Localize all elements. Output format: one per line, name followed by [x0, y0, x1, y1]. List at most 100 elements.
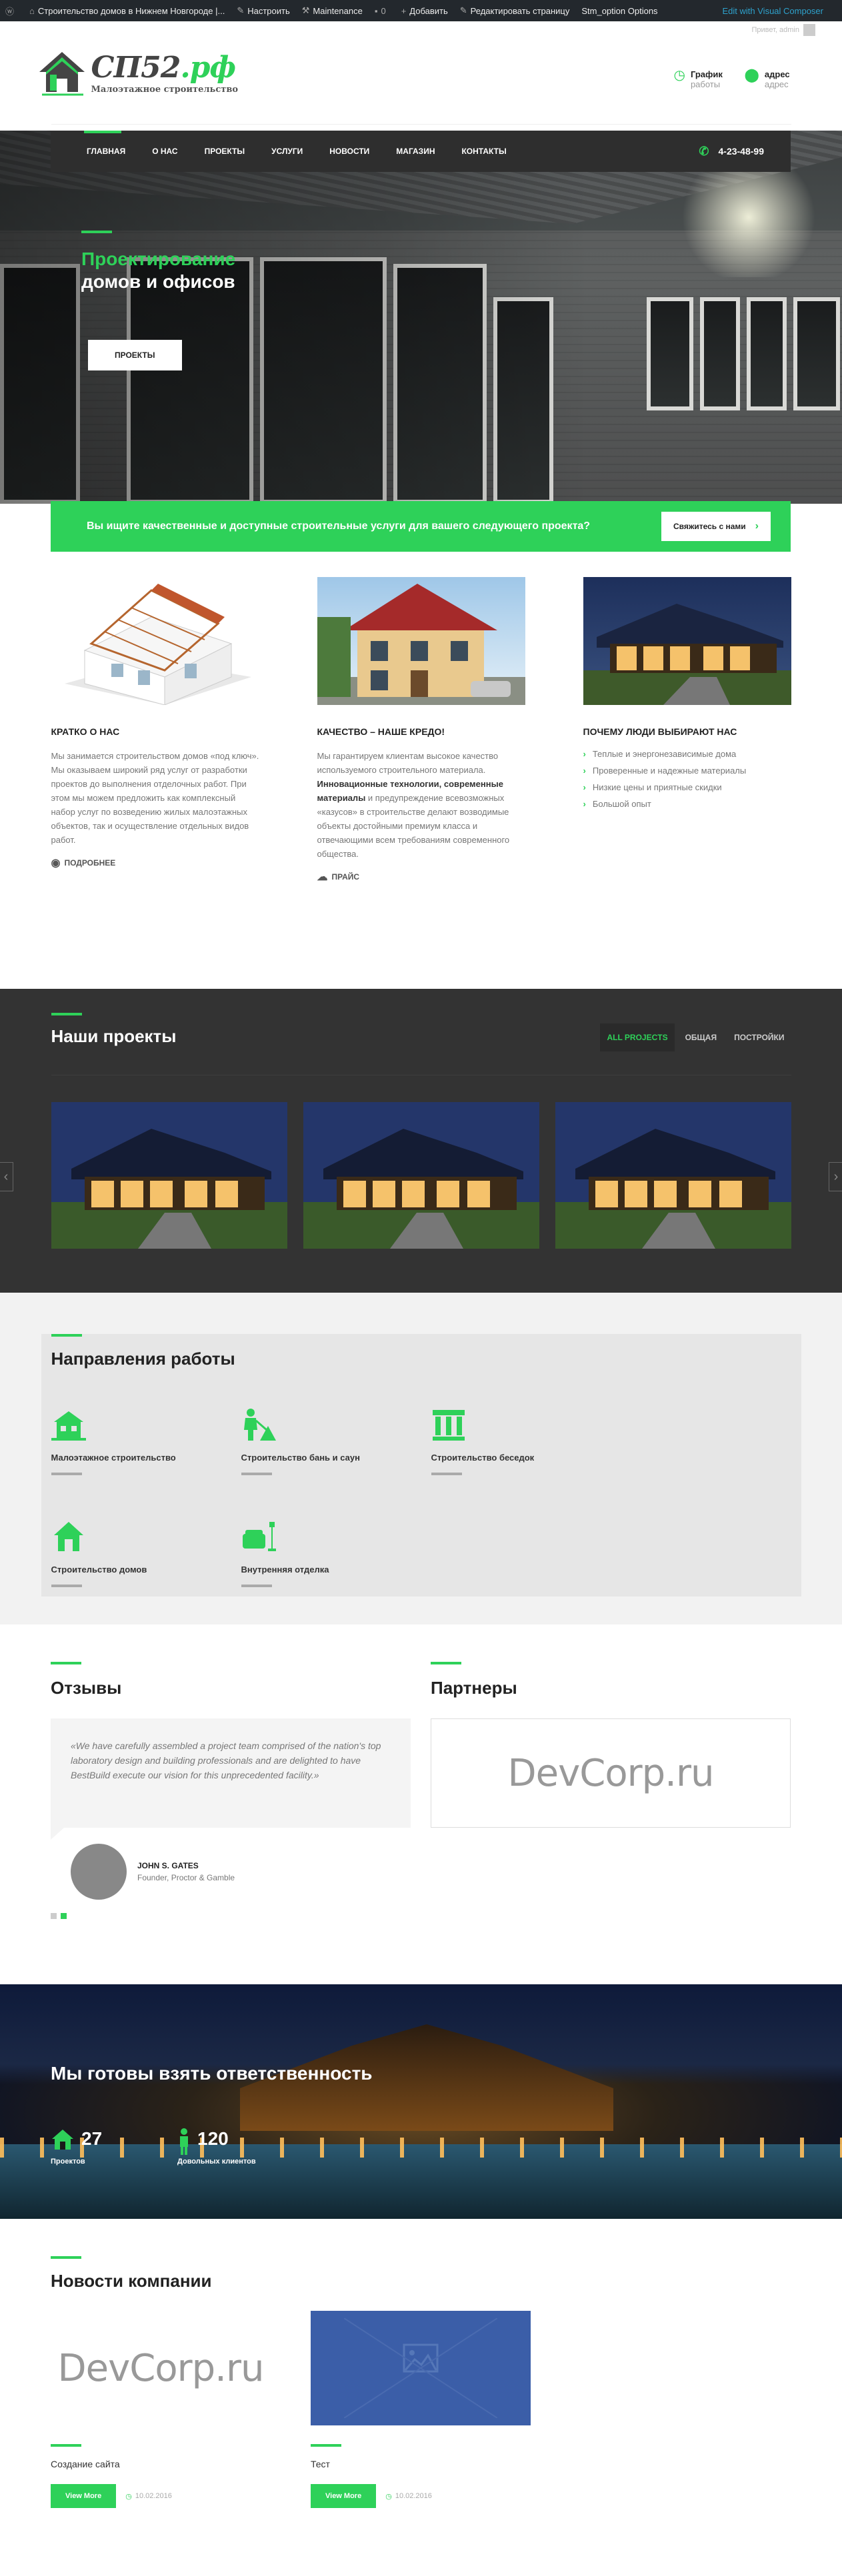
about-col-text: Мы занимается строительством домов «под …: [51, 751, 259, 845]
testimonial-author: John S. Gates Founder, Proctor & Gamble: [51, 1844, 411, 1900]
chevron-right-icon: ›: [583, 782, 586, 792]
slider-next-button[interactable]: ›: [829, 1162, 842, 1191]
filter-general[interactable]: Общая: [679, 1023, 723, 1051]
address-info: ⬤ адрес адрес: [744, 68, 790, 89]
hero-accent-bar: [81, 231, 112, 233]
cloud-download-icon: ☁: [317, 872, 328, 883]
nav-item-contacts[interactable]: Контакты: [461, 131, 506, 172]
nav-item-projects[interactable]: Проекты: [205, 131, 245, 172]
phone-icon: ✆: [699, 144, 709, 158]
brush-icon: ✎: [237, 5, 245, 15]
direction-underline: [241, 1585, 272, 1587]
about-col-title: Кратко о нас: [51, 726, 120, 737]
home-icon: ⌂: [29, 5, 35, 16]
testimonials-partners-section: Отзывы «We have carefully assembled a pr…: [0, 1624, 842, 1984]
filter-all-projects[interactable]: All projects: [600, 1023, 675, 1051]
admin-bar-add[interactable]: + Добавить: [401, 6, 448, 16]
partner-logo[interactable]: DevCorp.ru: [431, 1718, 791, 1828]
view-more-button[interactable]: View More: [311, 2484, 377, 2508]
direction-item[interactable]: Малоэтажное строительство: [51, 1407, 241, 1519]
testimonials: Отзывы «We have carefully assembled a pr…: [51, 1662, 411, 1919]
news-date: ◷ 10.02.2016: [125, 2492, 172, 2501]
news-card-title[interactable]: Создание сайта: [51, 2459, 271, 2469]
admin-bar-customize[interactable]: ✎ Настроить: [237, 5, 289, 16]
schedule-info: ◷ График работы: [673, 68, 723, 89]
admin-bar-comments[interactable]: ▪ 0: [375, 6, 389, 16]
news-image[interactable]: [311, 2311, 531, 2425]
site-logo[interactable]: СП52.рф Малоэтажное строительство: [37, 48, 238, 99]
list-item: › Проверенные и надежные материалы: [583, 766, 747, 776]
news-underline: [311, 2444, 341, 2447]
why-list: › Теплые и энергонезависимые дома › Провер…: [583, 749, 791, 809]
about-col-title: Почему люди выбирают нас: [583, 726, 737, 737]
direction-item[interactable]: Строительство домов: [51, 1519, 241, 1631]
projects-filters: All projects Общая Постройки: [596, 1023, 791, 1051]
nav-item-services[interactable]: Услуги: [271, 131, 303, 172]
sofa-lamp-icon: [241, 1519, 276, 1554]
chevron-right-icon: ›: [583, 766, 586, 776]
nav-item-about[interactable]: О нас: [152, 131, 177, 172]
list-item: › Большой опыт: [583, 799, 651, 809]
eye-icon: ◉: [51, 858, 61, 869]
pager-dot[interactable]: [51, 1913, 57, 1919]
direction-underline: [431, 1473, 462, 1475]
chevron-right-icon: ›: [833, 1169, 839, 1184]
wp-logo[interactable]: ⓦ: [5, 5, 17, 17]
news-underline: [51, 2444, 81, 2447]
avatar: [71, 1844, 127, 1900]
admin-bar-visual-composer[interactable]: Edit with Visual Composer: [723, 6, 824, 16]
admin-bar-stm-options[interactable]: Stm_option Options: [581, 6, 657, 16]
nav-item-news[interactable]: Новости: [329, 131, 369, 172]
more-link[interactable]: ◉ Подробнее: [51, 856, 259, 870]
header-phone[interactable]: ✆ 4-23-48-99: [699, 131, 764, 172]
about-section: Кратко о нас Мы занимается строительство…: [0, 557, 842, 989]
slider-prev-button[interactable]: ‹: [0, 1162, 13, 1191]
direction-item[interactable]: Строительство бань и саун: [241, 1407, 431, 1519]
about-col-quality: Качество – наше кредо! Мы гарантируем кл…: [317, 577, 525, 884]
about-col-title: Качество – наше кредо!: [317, 726, 445, 737]
news-image[interactable]: DevCorp.ru: [51, 2311, 271, 2425]
project-card[interactable]: [303, 1102, 539, 1249]
nav-item-home[interactable]: Главная: [83, 131, 125, 172]
about-col-short: Кратко о нас Мы занимается строительство…: [51, 577, 259, 884]
cta-banner: Вы ищите качественные и доступные строит…: [51, 501, 791, 552]
news-date: ◷ 10.02.2016: [385, 2492, 432, 2501]
pager-dot-active[interactable]: [61, 1913, 67, 1919]
admin-bar-maintenance[interactable]: ⚒ Maintenance: [302, 5, 363, 16]
plus-icon: +: [401, 5, 407, 16]
nav-item-shop[interactable]: Магазин: [396, 131, 435, 172]
chevron-right-icon: ›: [755, 520, 759, 532]
news-card-title[interactable]: Тест: [311, 2459, 531, 2469]
hero-slider: Проектирование домов и офисов Проекты: [0, 131, 842, 504]
comments-count: 0: [381, 5, 386, 16]
logo-house-icon: [37, 48, 87, 99]
about-col-why: Почему люди выбирают нас › Теплые и энерг…: [583, 577, 791, 884]
section-accent-bar: [51, 1662, 81, 1664]
price-link[interactable]: ☁ Прайс: [317, 870, 525, 884]
filter-buildings[interactable]: Постройки: [727, 1023, 791, 1051]
house-icon: [52, 2130, 73, 2150]
hero-projects-button[interactable]: Проекты: [88, 340, 182, 370]
author-name: John S. Gates: [137, 1861, 199, 1870]
section-accent-bar: [51, 1013, 82, 1015]
direction-item[interactable]: Строительство беседок: [431, 1407, 621, 1519]
admin-bar-site-title[interactable]: ⌂ Строительство домов в Нижнем Новгороде …: [29, 6, 225, 16]
clock-icon: ◷: [673, 68, 685, 83]
direction-item[interactable]: Внутренняя отделка: [241, 1519, 431, 1631]
hero-title-white: домов и офисов: [81, 271, 235, 292]
stat-clients: 120 Довольных клиентов: [177, 2128, 256, 2166]
project-card[interactable]: [555, 1102, 791, 1249]
admin-bar-edit-page[interactable]: ✎ Редактировать страницу: [460, 5, 570, 16]
news-card: Тест View More ◷ 10.02.2016: [311, 2311, 531, 2508]
testimonial-quote: «We have carefully assembled a project t…: [51, 1718, 411, 1840]
view-more-button[interactable]: View More: [51, 2484, 117, 2508]
projects-title: Наши проекты: [51, 1026, 177, 1046]
main-nav: Главная О нас Проекты Услуги Новости Маг…: [51, 131, 791, 172]
image-placeholder-icon: [344, 2318, 497, 2418]
contact-us-button[interactable]: Свяжитесь с нами ›: [661, 512, 771, 541]
direction-underline: [51, 1585, 82, 1587]
project-card[interactable]: [51, 1102, 287, 1249]
cta-text: Вы ищите качественные и доступные строит…: [87, 520, 591, 532]
projects-section: Наши проекты All projects Общая Постройк…: [0, 989, 842, 1293]
house-icon: [51, 1407, 86, 1442]
